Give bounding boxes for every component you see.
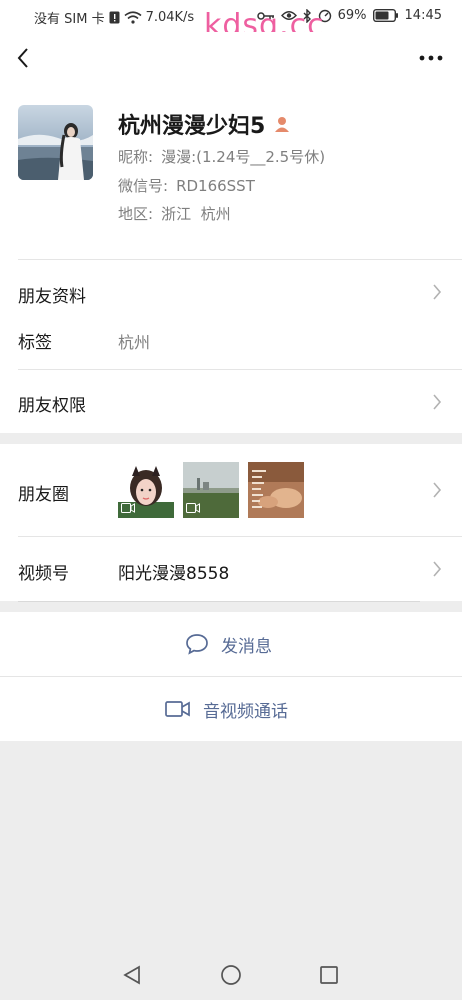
chat-bubble-icon — [186, 634, 208, 655]
wifi-icon — [124, 11, 142, 24]
channels-value: 阳光漫漫8558 — [118, 564, 230, 584]
video-badge-icon — [121, 503, 135, 513]
moments-thumbnail — [118, 462, 174, 518]
back-arrow-icon[interactable] — [12, 46, 36, 70]
region-row: 地区: 浙江 杭州 — [118, 203, 231, 224]
send-message-button[interactable]: 发消息 — [0, 612, 462, 676]
recents-square-icon[interactable] — [318, 964, 340, 986]
moments-row[interactable]: 朋友圈 — [0, 444, 462, 536]
profile-header: 杭州漫漫少妇5 昵称: 漫漫:(1.24号__2.5号休) 微信号: RD166SS… — [0, 90, 462, 260]
video-call-label: 音视频通话 — [203, 701, 288, 722]
channels-row[interactable]: 视频号 阳光漫漫8558 — [0, 537, 462, 601]
tags-row[interactable]: 标签 杭州 — [0, 324, 462, 369]
channels-label: 视频号 — [18, 564, 69, 584]
more-options-icon[interactable] — [416, 46, 446, 70]
carrier-text: 没有 SIM 卡 — [34, 12, 105, 27]
chevron-right-icon — [433, 394, 442, 410]
tags-label: 标签 — [18, 333, 52, 353]
nickname-row: 昵称: 漫漫:(1.24号__2.5号休) — [118, 146, 325, 167]
permissions-row[interactable]: 朋友权限 — [0, 370, 462, 433]
video-camera-icon — [165, 701, 190, 717]
send-message-label: 发消息 — [221, 636, 272, 657]
nickname-label: 昵称: — [118, 148, 154, 166]
sim-alert-icon — [109, 11, 120, 24]
moments-channels-section: 朋友圈 视频号 阳光漫漫8558 — [0, 444, 462, 601]
home-circle-icon[interactable] — [220, 964, 242, 986]
moments-thumbnail — [248, 462, 304, 518]
nav-bar — [0, 32, 462, 90]
channels-underline — [18, 601, 420, 602]
battery-percent: 69% — [337, 8, 367, 23]
system-nav-bar — [0, 950, 462, 1000]
wechat-id-label: 微信号: — [118, 177, 169, 195]
video-badge-icon — [186, 503, 200, 513]
avatar[interactable] — [18, 105, 93, 180]
contact-name: 杭州漫漫少妇5 — [118, 114, 266, 139]
network-speed: 7.04K/s — [145, 10, 195, 25]
user-badge-icon — [275, 117, 290, 132]
video-call-button[interactable]: 音视频通话 — [0, 677, 462, 741]
permissions-label: 朋友权限 — [18, 396, 86, 416]
contact-name-row: 杭州漫漫少妇5 — [118, 108, 291, 140]
moments-thumbnail — [183, 462, 239, 518]
back-triangle-icon[interactable] — [121, 964, 143, 986]
nickname-value: 漫漫:(1.24号__2.5号休) — [161, 148, 326, 166]
moments-label: 朋友圈 — [18, 485, 69, 505]
clock-time: 14:45 — [404, 8, 442, 23]
friend-info-row[interactable]: 朋友资料 — [0, 260, 462, 324]
region-value: 浙江 杭州 — [161, 205, 231, 223]
wechat-id-value: RD166SST — [176, 177, 255, 195]
battery-icon — [372, 9, 398, 22]
chevron-right-icon — [433, 561, 442, 577]
region-label: 地区: — [118, 205, 154, 223]
friend-settings-section: 朋友资料 标签 杭州 朋友权限 — [0, 260, 462, 433]
wechat-id-row: 微信号: RD166SST — [118, 175, 255, 196]
friend-info-label: 朋友资料 — [18, 287, 86, 307]
chevron-right-icon — [433, 482, 442, 498]
tags-value: 杭州 — [118, 333, 151, 352]
chevron-right-icon — [433, 284, 442, 300]
